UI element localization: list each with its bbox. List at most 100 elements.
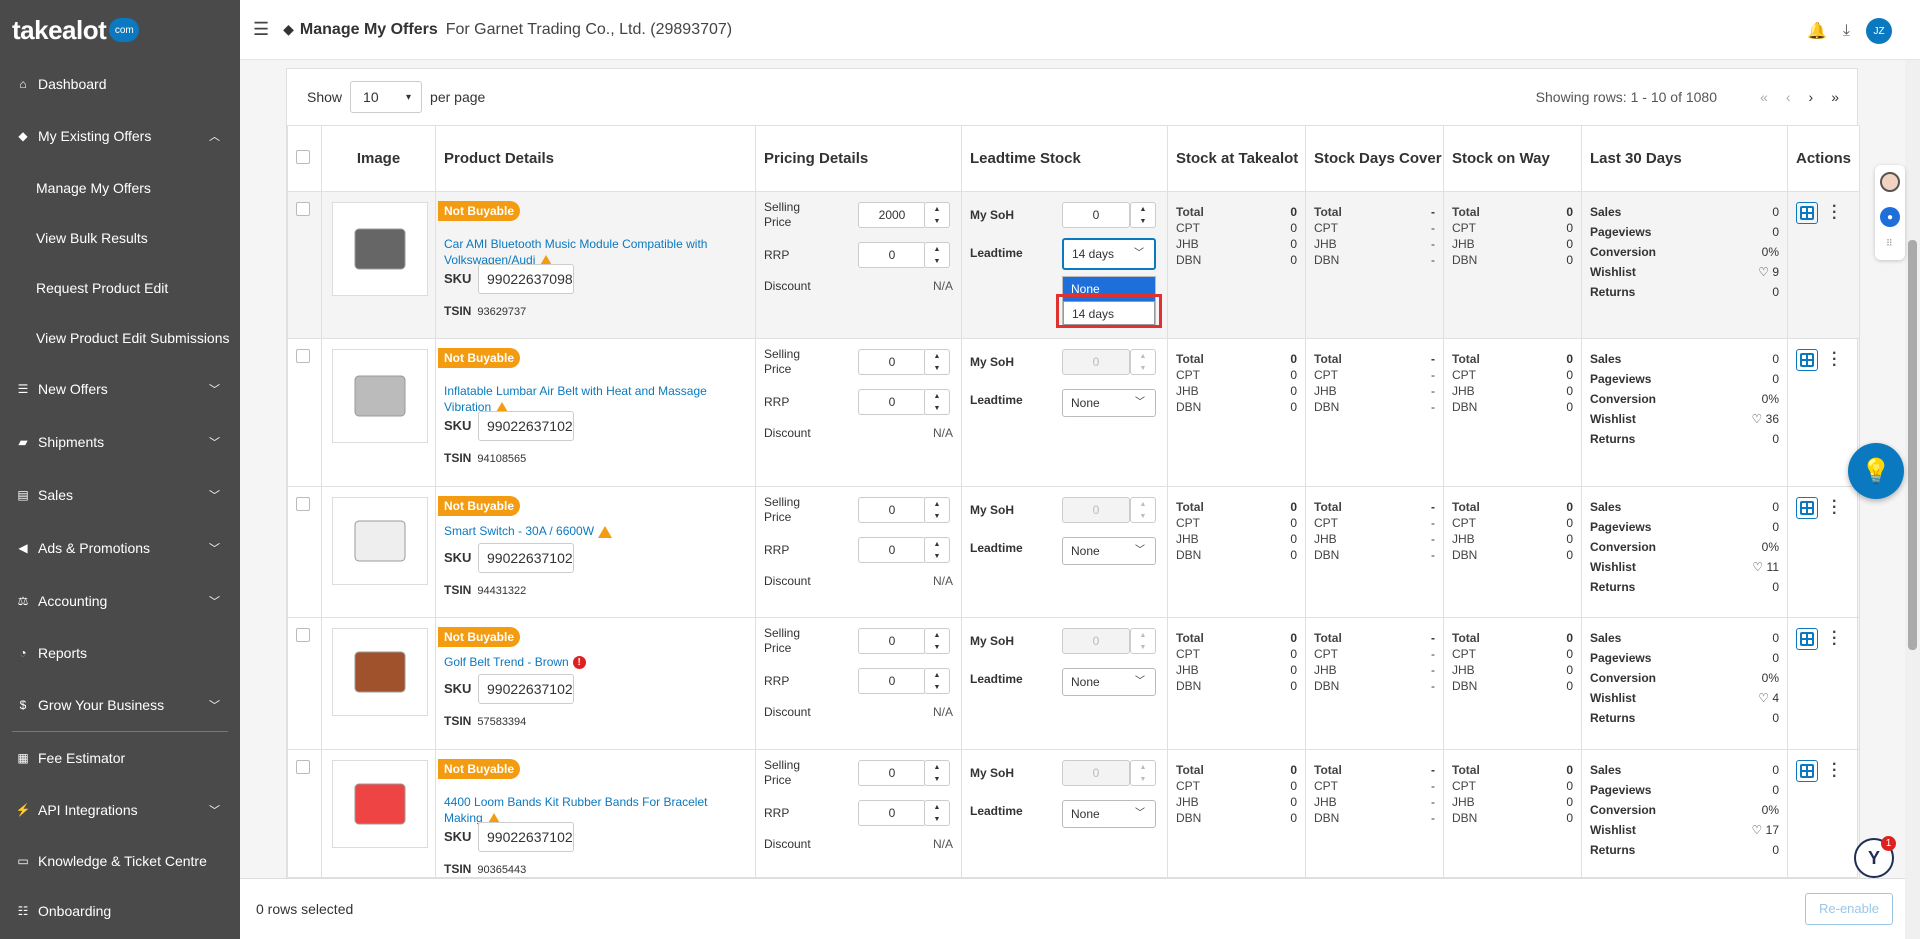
product-image[interactable] bbox=[332, 628, 428, 716]
cell-product: Not Buyable 4400 Loom Bands Kit Rubber B… bbox=[435, 749, 756, 878]
rrp-stepper[interactable]: ▲ ▼ bbox=[924, 389, 950, 415]
next-page-icon[interactable]: › bbox=[1809, 89, 1814, 105]
sku-input[interactable]: 99022637102 bbox=[478, 674, 574, 704]
select-all-checkbox[interactable] bbox=[295, 149, 310, 164]
rrp-stepper[interactable]: ▲ ▼ bbox=[924, 668, 950, 694]
per-page-select[interactable]: 10 ▾ bbox=[350, 81, 423, 113]
more-options-icon[interactable]: · · · bbox=[1832, 757, 1837, 785]
nav-shipments[interactable]: ▰ Shipments ﹀ bbox=[0, 434, 240, 450]
nav-fee-estimator[interactable]: ▦ Fee Estimator bbox=[0, 750, 240, 766]
nav-view-edit[interactable]: View Product Edit Submissions bbox=[36, 330, 230, 346]
sku-input[interactable]: 99022637098 bbox=[478, 264, 574, 294]
soh-stepper[interactable]: ▲ ▼ bbox=[1130, 349, 1156, 375]
leadtime-select[interactable]: 14 days ﹀ bbox=[1062, 238, 1156, 270]
nav-grow[interactable]: $ Grow Your Business ﹀ bbox=[0, 697, 240, 713]
selling-price-input[interactable]: 0 bbox=[858, 497, 926, 523]
product-image[interactable] bbox=[332, 760, 428, 848]
returns-row: Returns 0 bbox=[1590, 429, 1779, 449]
rrp-input[interactable]: 0 bbox=[858, 242, 926, 268]
grid-action-button[interactable] bbox=[1796, 628, 1818, 650]
first-page-icon[interactable]: « bbox=[1760, 89, 1768, 105]
nav-onboarding[interactable]: ☷ Onboarding bbox=[0, 903, 240, 919]
nav-dashboard[interactable]: ⌂ Dashboard bbox=[0, 76, 240, 92]
rrp-stepper[interactable]: ▲ ▼ bbox=[924, 537, 950, 563]
selling-price-input[interactable]: 0 bbox=[858, 628, 926, 654]
nav-sales[interactable]: ▤ Sales ﹀ bbox=[0, 487, 240, 503]
lightbulb-icon[interactable]: 💡 bbox=[1848, 443, 1904, 499]
soh-input[interactable]: 0 bbox=[1062, 202, 1130, 228]
soh-input[interactable]: 0 bbox=[1062, 628, 1130, 654]
soh-stepper[interactable]: ▲ ▼ bbox=[1130, 760, 1156, 786]
sku-input[interactable]: 99022637102 bbox=[478, 411, 574, 441]
last-page-icon[interactable]: » bbox=[1831, 89, 1839, 105]
more-options-icon[interactable]: · · · bbox=[1832, 346, 1837, 374]
row-checkbox[interactable] bbox=[296, 628, 310, 642]
leadtime-select[interactable]: None ﹀ bbox=[1062, 389, 1156, 417]
grid-action-button[interactable] bbox=[1796, 202, 1818, 224]
rrp-stepper[interactable]: ▲ ▼ bbox=[924, 800, 950, 826]
nav-existing-offers[interactable]: ◆ My Existing Offers ︿ bbox=[0, 128, 240, 144]
scrollbar[interactable] bbox=[1905, 60, 1920, 939]
row-checkbox[interactable] bbox=[296, 349, 310, 363]
download-icon[interactable]: ⤓ bbox=[1843, 22, 1850, 40]
logo[interactable]: takealot com bbox=[0, 0, 240, 60]
product-image[interactable] bbox=[332, 349, 428, 443]
nav-new-offers[interactable]: ☰ New Offers ﹀ bbox=[0, 381, 240, 397]
selling-price-input[interactable]: 2000 bbox=[858, 202, 926, 228]
chat-icon[interactable]: ● bbox=[1880, 207, 1900, 227]
grid-action-button[interactable] bbox=[1796, 349, 1818, 371]
row-checkbox[interactable] bbox=[296, 497, 310, 511]
sku-input[interactable]: 99022637102 bbox=[478, 822, 574, 852]
nav-knowledge[interactable]: ▭ Knowledge & Ticket Centre bbox=[0, 853, 240, 869]
nav-request-edit[interactable]: Request Product Edit bbox=[36, 280, 168, 296]
row-checkbox[interactable] bbox=[296, 760, 310, 774]
grid-action-button[interactable] bbox=[1796, 760, 1818, 782]
row-checkbox[interactable] bbox=[296, 202, 310, 216]
more-options-icon[interactable]: · · · bbox=[1832, 625, 1837, 653]
soh-stepper[interactable]: ▲ ▼ bbox=[1130, 202, 1156, 228]
more-options-icon[interactable]: · · · bbox=[1832, 494, 1837, 522]
product-title-link[interactable]: Smart Switch - 30A / 6600W bbox=[444, 523, 744, 539]
rrp-input[interactable]: 0 bbox=[858, 668, 926, 694]
bell-icon[interactable]: 🔔 bbox=[1807, 21, 1827, 41]
selling-price-input[interactable]: 0 bbox=[858, 760, 926, 786]
soh-stepper[interactable]: ▲ ▼ bbox=[1130, 628, 1156, 654]
prev-page-icon[interactable]: ‹ bbox=[1786, 89, 1791, 105]
scrollbar-thumb[interactable] bbox=[1908, 240, 1917, 650]
nav-manage-offers[interactable]: Manage My Offers bbox=[36, 180, 151, 196]
grid-action-button[interactable] bbox=[1796, 497, 1818, 519]
nav-accounting[interactable]: ⚖ Accounting ﹀ bbox=[0, 593, 240, 609]
sku-input[interactable]: 99022637102 bbox=[478, 543, 574, 573]
selling-price-stepper[interactable]: ▲ ▼ bbox=[924, 760, 950, 786]
product-title-link[interactable]: Golf Belt Trend - Brown! bbox=[444, 654, 744, 670]
selling-price-stepper[interactable]: ▲ ▼ bbox=[924, 202, 950, 228]
drag-handle-icon[interactable]: ⠿ bbox=[1886, 238, 1893, 249]
nav-label: Sales bbox=[38, 487, 74, 503]
nav-ads[interactable]: ◀ Ads & Promotions ﹀ bbox=[0, 540, 240, 556]
menu-toggle-icon[interactable]: ☰ bbox=[253, 19, 269, 40]
soh-input[interactable]: 0 bbox=[1062, 760, 1130, 786]
nav-reports[interactable]: ◔ Reports bbox=[0, 645, 240, 661]
leadtime-select[interactable]: None ﹀ bbox=[1062, 668, 1156, 696]
product-image[interactable] bbox=[332, 202, 428, 296]
nav-api[interactable]: ⚡ API Integrations ﹀ bbox=[0, 802, 240, 818]
selling-price-input[interactable]: 0 bbox=[858, 349, 926, 375]
soh-input[interactable]: 0 bbox=[1062, 349, 1130, 375]
nav-bulk-results[interactable]: View Bulk Results bbox=[36, 230, 148, 246]
rrp-stepper[interactable]: ▲ ▼ bbox=[924, 242, 950, 268]
selling-price-stepper[interactable]: ▲ ▼ bbox=[924, 349, 950, 375]
rrp-input[interactable]: 0 bbox=[858, 389, 926, 415]
leadtime-select[interactable]: None ﹀ bbox=[1062, 537, 1156, 565]
product-image[interactable] bbox=[332, 497, 428, 585]
soh-stepper[interactable]: ▲ ▼ bbox=[1130, 497, 1156, 523]
soh-input[interactable]: 0 bbox=[1062, 497, 1130, 523]
reenable-button[interactable]: Re-enable bbox=[1805, 893, 1893, 925]
selling-price-stepper[interactable]: ▲ ▼ bbox=[924, 628, 950, 654]
leadtime-select[interactable]: None ﹀ bbox=[1062, 800, 1156, 828]
avatar[interactable]: JZ bbox=[1866, 18, 1892, 44]
more-options-icon[interactable]: · · · bbox=[1832, 199, 1837, 227]
assistant-avatar-icon[interactable] bbox=[1880, 172, 1900, 192]
selling-price-stepper[interactable]: ▲ ▼ bbox=[924, 497, 950, 523]
rrp-input[interactable]: 0 bbox=[858, 800, 926, 826]
rrp-input[interactable]: 0 bbox=[858, 537, 926, 563]
